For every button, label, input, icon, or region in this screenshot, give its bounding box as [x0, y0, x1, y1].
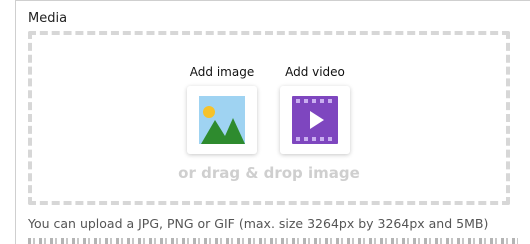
drag-drop-text: or drag & drop image — [178, 164, 360, 182]
add-image-label: Add image — [189, 65, 255, 79]
upload-help-text: You can upload a JPG, PNG or GIF (max. s… — [28, 216, 489, 231]
add-video-label: Add video — [285, 65, 345, 79]
media-section-label: Media — [28, 11, 68, 26]
add-video-button[interactable] — [280, 86, 350, 154]
video-icon — [292, 96, 338, 144]
image-icon — [199, 96, 245, 144]
add-image-button[interactable] — [187, 86, 257, 154]
cutoff-content — [28, 238, 518, 244]
